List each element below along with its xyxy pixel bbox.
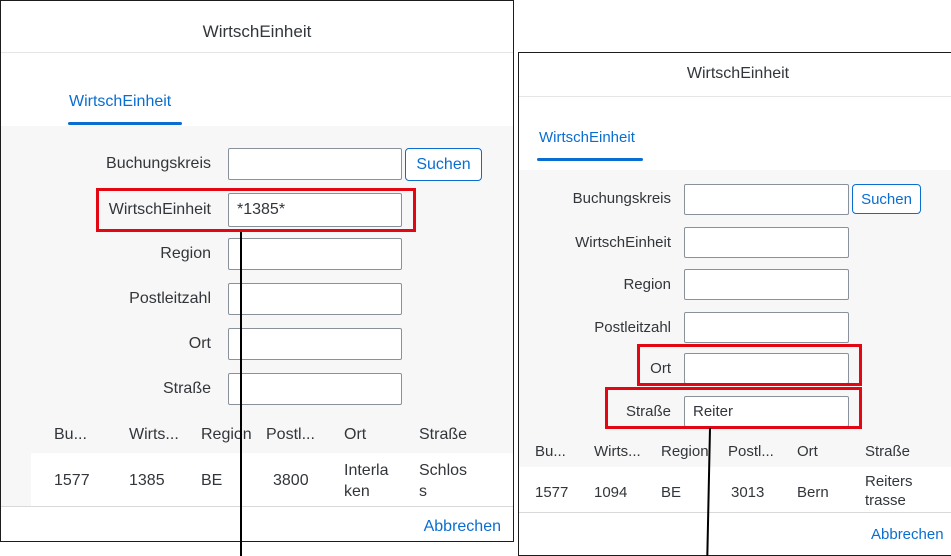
search-form: Buchungskreis Suchen WirtschEinheit *138… (1, 126, 513, 506)
strasse-label: Straße (162, 380, 211, 397)
tab-bar: WirtschEinheit (519, 97, 951, 170)
cell-buchungskreis: 1577 (54, 472, 90, 489)
cell-strasse: Schlos s (419, 462, 468, 500)
cell-region: BE (661, 484, 682, 501)
column-header-ort[interactable]: Ort (797, 443, 818, 460)
cell-wirtscheinheit: 1385 (129, 472, 165, 489)
cancel-link[interactable]: Abbrechen (424, 518, 501, 536)
column-header-strasse[interactable]: Straße (419, 426, 467, 444)
cell-wirtscheinheit: 1094 (594, 484, 628, 501)
region-label: Region (160, 245, 211, 262)
region-label: Region (623, 276, 671, 293)
dialog-title: WirtschEinheit (1, 1, 513, 53)
dialog-footer: Abbrechen (1, 506, 513, 541)
wirtscheinheit-input[interactable] (684, 227, 849, 258)
cell-region: BE (201, 472, 223, 489)
ort-label: Ort (188, 335, 211, 352)
column-header-region[interactable]: Region (661, 443, 709, 460)
column-header-wirtscheinheit[interactable]: Wirts... (129, 426, 179, 444)
column-header-buchungskreis[interactable]: Bu... (54, 426, 87, 444)
dialog-title: WirtschEinheit (519, 53, 951, 97)
cell-postleitzahl: 3013 (731, 484, 765, 501)
strasse-input[interactable] (228, 373, 402, 405)
cell-postleitzahl: 3800 (273, 472, 309, 489)
cell-buchungskreis: 1577 (535, 484, 569, 501)
postleitzahl-input[interactable] (684, 312, 849, 343)
tab-bar: WirtschEinheit (1, 53, 513, 126)
column-header-region[interactable]: Region (201, 426, 252, 444)
region-input[interactable] (684, 269, 849, 300)
cancel-link[interactable]: Abbrechen (871, 526, 944, 543)
column-header-strasse[interactable]: Straße (865, 443, 910, 460)
region-input[interactable] (228, 238, 402, 270)
wirtscheinheit-label: WirtschEinheit (575, 234, 671, 251)
tab-active-indicator (537, 158, 643, 161)
highlight-ort (637, 344, 862, 386)
dialog-footer: Abbrechen (519, 512, 951, 555)
search-button[interactable]: Suchen (405, 148, 482, 181)
tab-wirtscheinheit[interactable]: WirtschEinheit (69, 93, 171, 111)
buchungskreis-label: Buchungskreis (106, 155, 211, 172)
postleitzahl-label: Postleitzahl (594, 319, 671, 336)
column-header-postleitzahl[interactable]: Postl... (266, 426, 315, 444)
buchungskreis-label: Buchungskreis (572, 190, 671, 207)
wirtscheinheit-dialog-right: WirtschEinheit WirtschEinheit Buchungskr… (518, 52, 951, 556)
cell-ort: Interla ken (344, 462, 389, 500)
tab-active-indicator (68, 122, 182, 125)
postleitzahl-input[interactable] (228, 283, 402, 315)
ort-input[interactable] (228, 328, 402, 360)
buchungskreis-input[interactable] (684, 184, 849, 215)
cell-ort: Bern (797, 484, 829, 501)
column-header-ort[interactable]: Ort (344, 426, 366, 444)
search-button[interactable]: Suchen (852, 184, 921, 214)
column-header-buchungskreis[interactable]: Bu... (535, 443, 566, 460)
search-form: Buchungskreis Suchen WirtschEinheit Regi… (519, 170, 951, 512)
column-header-wirtscheinheit[interactable]: Wirts... (594, 443, 641, 460)
pointer-line-left (240, 232, 242, 556)
tab-wirtscheinheit[interactable]: WirtschEinheit (539, 129, 635, 146)
buchungskreis-input[interactable] (228, 148, 402, 180)
wirtscheinheit-dialog-left: WirtschEinheit WirtschEinheit Buchungskr… (0, 0, 514, 542)
cell-strasse: Reiters trasse (865, 473, 913, 509)
highlight-wirtscheinheit (96, 188, 416, 232)
postleitzahl-label: Postleitzahl (129, 290, 211, 307)
column-header-postleitzahl[interactable]: Postl... (728, 443, 774, 460)
highlight-strasse (605, 387, 862, 429)
